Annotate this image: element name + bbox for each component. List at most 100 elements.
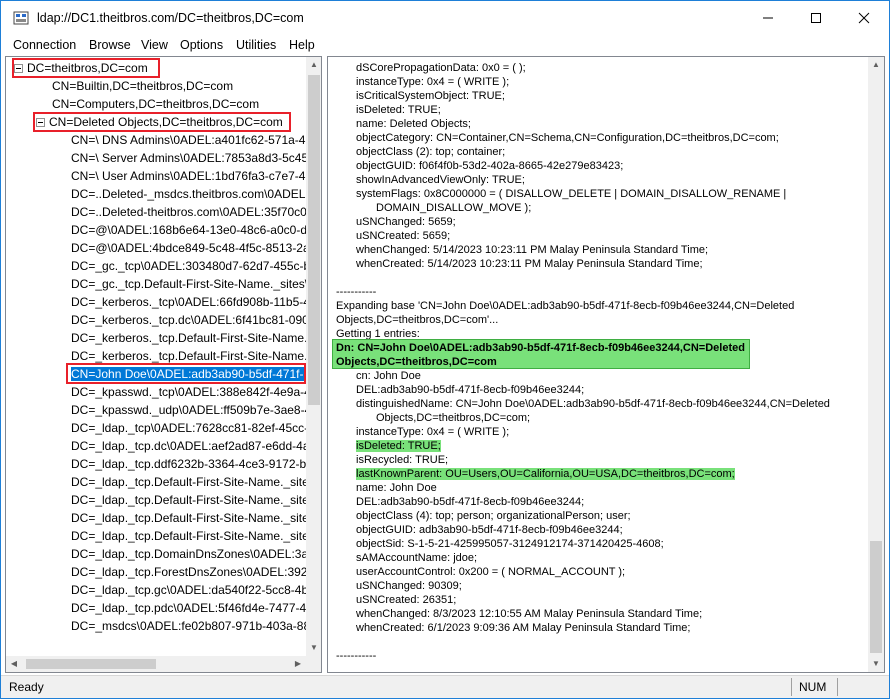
tree-item[interactable]: DC=_ldap._tcp.Default-First-Site-Name._s… [71, 527, 309, 545]
detail-line: objectCategory: CN=Container,CN=Schema,C… [356, 132, 779, 144]
detail-line: objectGUID: adb3ab90-b5df-471f-8ecb-f09b… [356, 524, 623, 536]
status-bar: Ready NUM [1, 675, 889, 698]
ldp-app-icon [13, 11, 29, 25]
detail-line: Objects,DC=theitbros,DC=com'... [336, 314, 499, 326]
tree-item[interactable]: DC=_ldap._tcp.ForestDnsZones\0ADEL:3928c [71, 563, 320, 581]
detail-line: whenChanged: 8/3/2023 12:10:55 AM Malay … [356, 608, 703, 620]
tree-item[interactable]: DC=_ldap._tcp.Default-First-Site-Name._s… [71, 509, 309, 527]
tree-item[interactable]: DC=@\0ADEL:168b6e64-13e0-48c6-a0c0-de2 [71, 221, 320, 239]
detail-line: uSNChanged: 5659; [356, 216, 456, 228]
menu-utilities[interactable]: Utilities [236, 38, 276, 52]
detail-line: objectGUID: f06f4f0b-53d2-402a-8665-42e2… [356, 160, 624, 172]
close-icon [858, 12, 870, 24]
detail-line: whenCreated: 5/14/2023 10:23:11 PM Malay… [356, 258, 703, 270]
window-title: ldap://DC1.theitbros.com/DC=theitbros,DC… [37, 11, 304, 25]
tree-scroll-thumb[interactable] [308, 75, 320, 405]
num-lock-indicator: NUM [791, 678, 835, 696]
tree-item[interactable]: DC=_msdcs\0ADEL:fe02b807-971b-403a-88a [71, 617, 317, 635]
tree-item[interactable]: DC=..Deleted-theitbros.com\0ADEL:35f70c0… [71, 203, 313, 221]
tree-item[interactable]: DC=_ldap._tcp.DomainDnsZones\0ADEL:3ac [71, 545, 314, 563]
tree-item[interactable]: DC=_gc._tcp\0ADEL:303480d7-62d7-455c-b8 [71, 257, 317, 275]
detail-line: Expanding base 'CN=John Doe\0ADEL:adb3ab… [336, 300, 795, 312]
menu-bar: Connection Browse View Options Utilities… [1, 35, 889, 55]
tree-vertical-scrollbar[interactable]: ▲ ▼ [306, 57, 321, 656]
title-bar: ldap://DC1.theitbros.com/DC=theitbros,DC… [1, 1, 889, 35]
status-panel-empty [837, 678, 885, 696]
scroll-corner [306, 656, 321, 672]
scroll-down-icon[interactable]: ▼ [306, 640, 321, 656]
annotation-box-root [12, 58, 160, 78]
tree-item[interactable]: CN=\ DNS Admins\0ADEL:a401fc62-571a-47 [71, 131, 312, 149]
status-text: Ready [9, 680, 44, 694]
menu-options[interactable]: Options [180, 38, 223, 52]
detail-line: name: John Doe [356, 482, 437, 494]
detail-line: isCriticalSystemObject: TRUE; [356, 90, 505, 102]
tree-item[interactable]: DC=..Deleted-_msdcs.theitbros.com\0ADEL: [71, 185, 309, 203]
detail-line: isDeleted: TRUE; [356, 104, 441, 116]
detail-line: objectClass (4): top; person; organizati… [356, 510, 631, 522]
app-window: ldap://DC1.theitbros.com/DC=theitbros,DC… [0, 0, 890, 699]
tree-item[interactable]: DC=_ldap._tcp.Default-First-Site-Name._s… [71, 491, 309, 509]
lastknownparent-line: lastKnownParent: OU=Users,OU=California,… [356, 468, 735, 480]
annotation-box-deleted-objects [33, 112, 291, 132]
detail-line: Objects,DC=theitbros,DC=com; [376, 412, 531, 424]
detail-line: instanceType: 0x4 = ( WRITE ); [356, 426, 510, 438]
detail-line: DOMAIN_DISALLOW_MOVE ); [376, 202, 532, 214]
detail-line: cn: John Doe [356, 370, 421, 382]
menu-view[interactable]: View [141, 38, 168, 52]
tree-item[interactable]: DC=_kerberos._tcp\0ADEL:66fd908b-11b5-4c [71, 293, 316, 311]
scroll-up-icon[interactable]: ▲ [306, 57, 321, 73]
tree-item[interactable]: DC=_kpasswd._tcp\0ADEL:388e842f-4e9a-4c [71, 383, 317, 401]
tree-hscroll-thumb[interactable] [26, 659, 156, 669]
tree-item[interactable]: CN=\ Server Admins\0ADEL:7853a8d3-5c45- [71, 149, 312, 167]
details-vertical-scrollbar[interactable]: ▲ ▼ [868, 57, 884, 672]
tree-item[interactable]: DC=_ldap._tcp\0ADEL:7628cc81-82ef-45cc-8 [71, 419, 315, 437]
tree-item[interactable]: DC=_ldap._tcp.gc\0ADEL:da540f22-5cc8-4bf [71, 581, 312, 599]
menu-connection[interactable]: Connection [13, 38, 76, 52]
tree-item[interactable]: CN=Computers,DC=theitbros,DC=com [52, 95, 259, 113]
tree-item[interactable]: DC=_ldap._tcp.dc\0ADEL:aef2ad87-e6dd-4a0 [71, 437, 316, 455]
scroll-right-icon[interactable]: ▶ [290, 656, 306, 672]
detail-line: uSNChanged: 90309; [356, 580, 462, 592]
detail-line: whenCreated: 6/1/2023 9:09:36 AM Malay P… [356, 622, 691, 634]
detail-line: uSNCreated: 26351; [356, 594, 457, 606]
tree-horizontal-scrollbar[interactable]: ◀ ▶ [6, 656, 306, 672]
detail-line: systemFlags: 0x8C000000 = ( DISALLOW_DEL… [356, 188, 787, 200]
minimize-button[interactable] [745, 1, 791, 35]
tree-item[interactable]: DC=_ldap._tcp.ddf6232b-3364-4ce3-9172-bb [71, 455, 313, 473]
tree-item[interactable]: DC=_kerberos._tcp.Default-First-Site-Nam… [71, 329, 307, 347]
tree-item[interactable]: DC=_ldap._tcp.Default-First-Site-Name._s… [71, 473, 309, 491]
scroll-down-icon[interactable]: ▼ [868, 656, 884, 672]
menu-browse[interactable]: Browse [89, 38, 131, 52]
minimize-icon [763, 17, 773, 19]
tree-view[interactable]: DC=theitbros,DC=com CN=Builtin,DC=theitb… [5, 56, 322, 673]
detail-line: objectClass (2): top; container; [356, 146, 506, 158]
close-button[interactable] [841, 1, 887, 35]
details-pane[interactable]: dSCorePropagationData: 0x0 = ( ); instan… [327, 56, 885, 673]
tree-item[interactable]: DC=@\0ADEL:4bdce849-5c48-4f5c-8513-2a6 [71, 239, 316, 257]
maximize-button[interactable] [793, 1, 839, 35]
tree-item[interactable]: CN=Builtin,DC=theitbros,DC=com [52, 77, 233, 95]
isdeleted-line: isDeleted: TRUE; [356, 440, 441, 452]
detail-line: DEL:adb3ab90-b5df-471f-8ecb-f09b46ee3244… [356, 496, 585, 508]
detail-line: instanceType: 0x4 = ( WRITE ); [356, 76, 510, 88]
detail-line: uSNCreated: 5659; [356, 230, 451, 242]
detail-line: name: Deleted Objects; [356, 118, 471, 130]
detail-line: showInAdvancedViewOnly: TRUE; [356, 174, 525, 186]
menu-help[interactable]: Help [289, 38, 315, 52]
tree-item[interactable]: DC=_kpasswd._udp\0ADEL:ff509b7e-3ae8-49 [71, 401, 318, 419]
annotation-box-john-doe [66, 363, 306, 384]
detail-line: whenChanged: 5/14/2023 10:23:11 PM Malay… [356, 244, 709, 256]
scroll-up-icon[interactable]: ▲ [868, 57, 884, 73]
dn-line: Objects,DC=theitbros,DC=com [336, 356, 497, 368]
detail-line: DEL:adb3ab90-b5df-471f-8ecb-f09b46ee3244… [356, 384, 585, 396]
tree-item[interactable]: DC=_ldap._tcp.pdc\0ADEL:5f46fd4e-7477-44 [71, 599, 313, 617]
details-scroll-thumb[interactable] [870, 541, 882, 653]
scroll-left-icon[interactable]: ◀ [6, 656, 22, 672]
tree-item[interactable]: DC=_kerberos._tcp.dc\0ADEL:6f41bc81-090e [71, 311, 315, 329]
dn-line: Dn: CN=John Doe\0ADEL:adb3ab90-b5df-471f… [336, 342, 745, 354]
detail-line: userAccountControl: 0x200 = ( NORMAL_ACC… [356, 566, 626, 578]
tree-item[interactable]: CN=\ User Admins\0ADEL:1bd76fa3-c7e7-42 [71, 167, 312, 185]
maximize-icon [811, 13, 821, 23]
tree-item[interactable]: DC=_gc._tcp.Default-First-Site-Name._sit… [71, 275, 308, 293]
